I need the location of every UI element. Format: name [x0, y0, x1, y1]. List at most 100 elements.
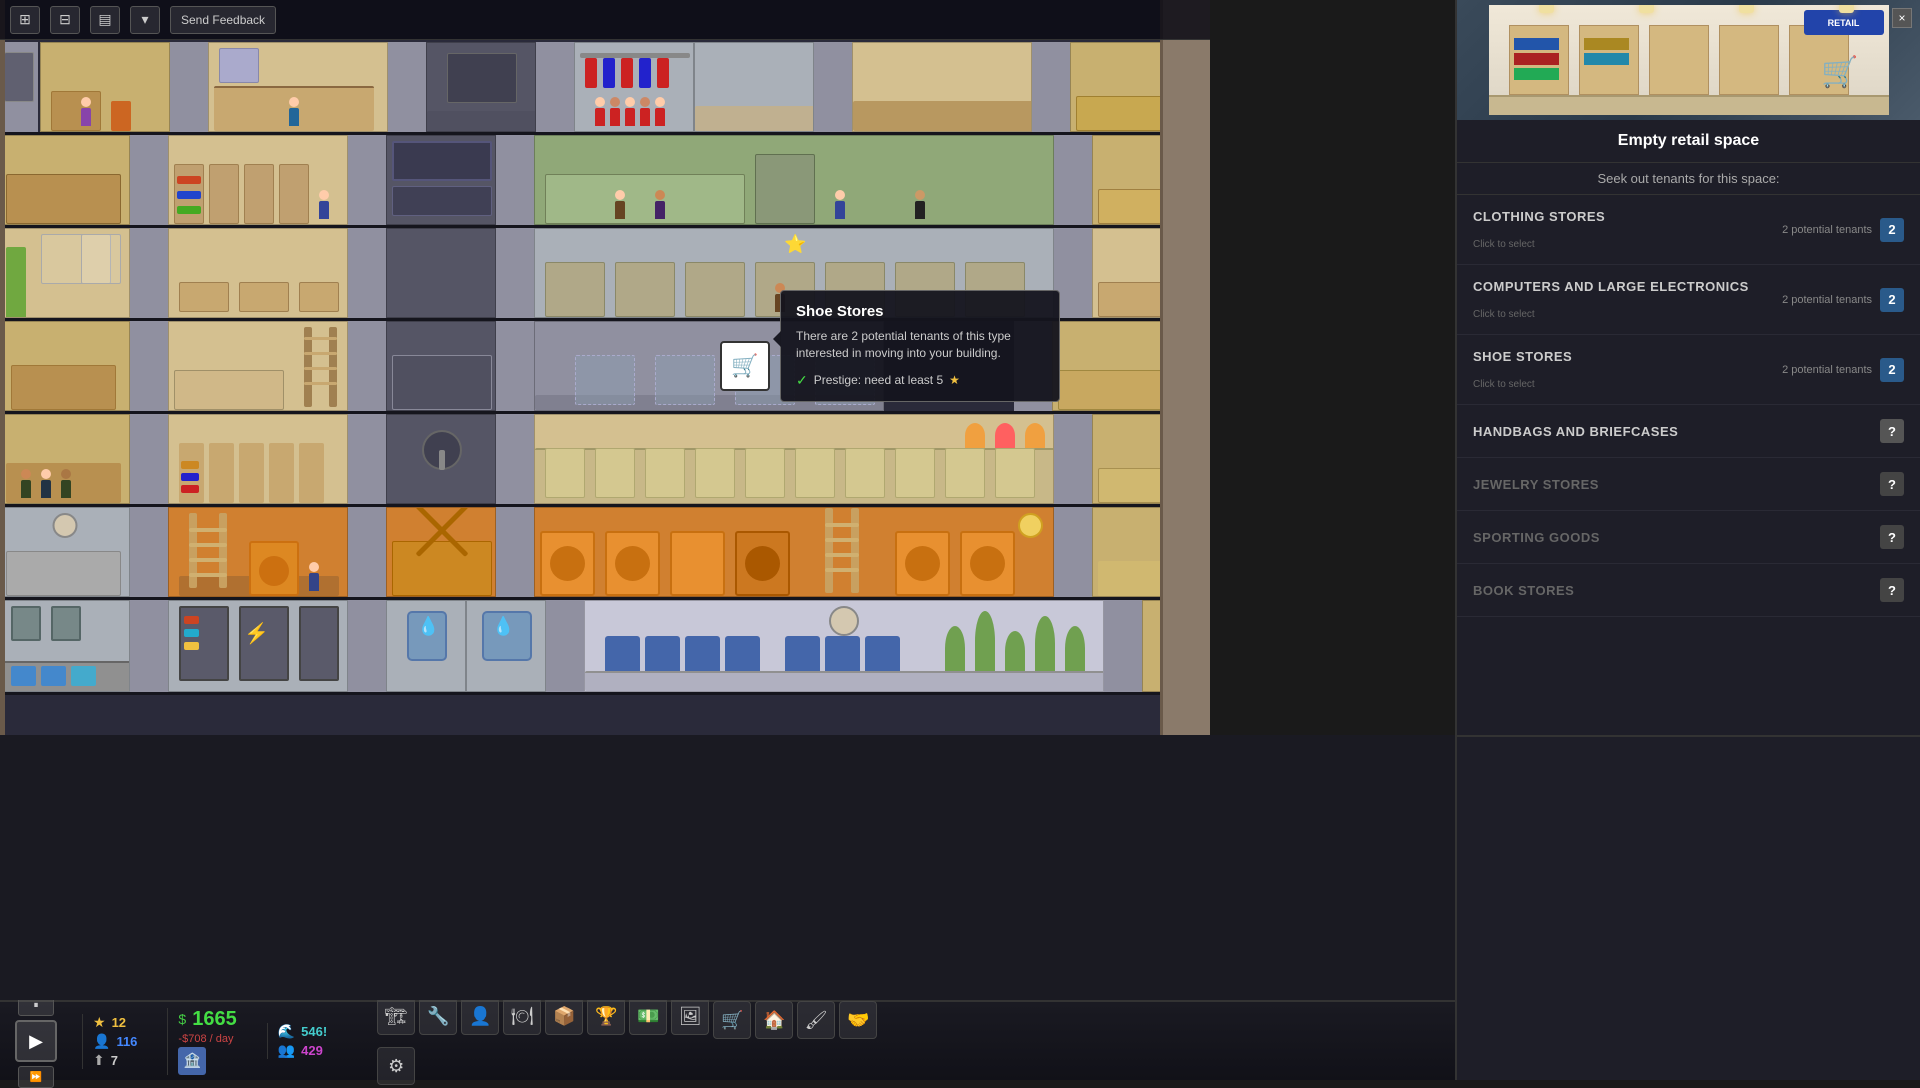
store-interior-art: 🛒 RETAIL: [1457, 0, 1920, 120]
room-f1-6[interactable]: [852, 42, 1032, 132]
tenant-category-computers[interactable]: COMPUTERS AND LARGE ELECTRONICS 2 potent…: [1457, 265, 1920, 335]
floors-value: 7: [111, 1053, 118, 1068]
visitors-value: 429: [301, 1043, 323, 1058]
room-f6-3[interactable]: [386, 507, 496, 597]
shoes-click: Click to select: [1473, 379, 1880, 390]
room-f4-1[interactable]: [0, 321, 130, 411]
tool-home[interactable]: 🏠: [755, 1001, 793, 1039]
room-f1-5[interactable]: [694, 42, 814, 132]
extra2-details: SPORTING GOODS: [1473, 530, 1880, 545]
floor-5-rooms: [0, 414, 1210, 504]
clothing-click: Click to select: [1473, 239, 1880, 250]
floor-row-2: [0, 135, 1210, 225]
building-background: ⭐: [0, 0, 1210, 735]
clothing-name: CLOTHING STORES: [1473, 209, 1880, 224]
elev-shaft-inner-1: [170, 42, 208, 132]
room-f5-3[interactable]: [386, 414, 496, 504]
lightning-deco: ⚡: [244, 621, 269, 646]
tool-crane[interactable]: ⚙: [377, 1047, 415, 1085]
room-f5-1[interactable]: [0, 414, 130, 504]
residents-icon: 👤: [93, 1033, 110, 1050]
room-f3-2[interactable]: [168, 228, 348, 318]
room-f1-3[interactable]: [426, 42, 536, 132]
room-f7-1[interactable]: [0, 600, 130, 692]
view-button-3[interactable]: ▤: [90, 6, 120, 34]
elev-f2-4: [1054, 135, 1092, 225]
tool-tools[interactable]: 🔧: [419, 997, 457, 1035]
close-button[interactable]: ×: [1892, 8, 1912, 28]
tenant-category-handbags[interactable]: HANDBAGS AND BRIEFCASES ?: [1457, 405, 1920, 458]
tool-image[interactable]: 🖼: [671, 997, 709, 1035]
room-f2-1[interactable]: [0, 135, 130, 225]
room-f6-2[interactable]: [168, 507, 348, 597]
room-f6-4[interactable]: [534, 507, 1054, 597]
population-icon: 🌊: [278, 1023, 295, 1040]
room-f7-4[interactable]: 💧: [466, 600, 546, 692]
room-f3-3[interactable]: [386, 228, 496, 318]
view-button-2[interactable]: ⊟: [50, 6, 80, 34]
fast-forward-button[interactable]: ⏩: [18, 1066, 54, 1088]
tool-food[interactable]: 🍽: [503, 997, 541, 1035]
room-f2-4[interactable]: [534, 135, 1054, 225]
money-delta-value: -$708 / day: [178, 1033, 233, 1045]
elev-f2-1: [130, 135, 168, 225]
elev-f5-3: [496, 414, 534, 504]
tenant-category-clothing[interactable]: CLOTHING STORES 2 potential tenants Clic…: [1457, 195, 1920, 265]
view-button-1[interactable]: ⊞: [10, 6, 40, 34]
tool-money[interactable]: 💵: [629, 997, 667, 1035]
close-icon: ×: [1898, 11, 1905, 25]
room-f5-4[interactable]: [534, 414, 1054, 504]
elev-shaft-inner-2: [388, 42, 426, 132]
shoe-store-icon[interactable]: 🛒: [720, 341, 770, 391]
tool-build[interactable]: 🏗: [377, 997, 415, 1035]
room-f7-5[interactable]: [584, 600, 1104, 692]
building-left-wall: [0, 0, 5, 735]
elev-f3-2: [348, 228, 386, 318]
tenant-category-extra2[interactable]: SPORTING GOODS ?: [1457, 511, 1920, 564]
clothing-details: CLOTHING STORES 2 potential tenants Clic…: [1473, 209, 1880, 250]
floor-7-rooms: ⚡ 💧 💧: [0, 600, 1210, 692]
money-delta-stat: -$708 / day: [178, 1033, 233, 1045]
population-section: 🌊 546! 👥 429: [267, 1023, 337, 1059]
tool-box[interactable]: 📦: [545, 997, 583, 1035]
tenant-category-extra3[interactable]: BOOK STORES ?: [1457, 564, 1920, 617]
shoes-count: 2: [1880, 358, 1904, 382]
handbags-details: HANDBAGS AND BRIEFCASES: [1473, 424, 1880, 439]
room-f4-3[interactable]: [386, 321, 496, 411]
tool-cart[interactable]: 🛒: [713, 1001, 751, 1039]
floor-row-7: ⚡ 💧 💧: [0, 600, 1210, 692]
game-viewport[interactable]: ⭐: [0, 0, 1210, 735]
room-f1-4[interactable]: [574, 42, 694, 132]
room-f7-3[interactable]: 💧: [386, 600, 466, 692]
req-text: Prestige: need at least 5: [814, 373, 943, 387]
room-f1-1[interactable]: [40, 42, 170, 132]
elev-shaft-inner-5: [1032, 42, 1070, 132]
tenant-category-extra1[interactable]: JEWELRY STORES ?: [1457, 458, 1920, 511]
elev-f7-4: [1104, 600, 1142, 692]
view-dropdown[interactable]: ▾: [130, 6, 160, 34]
money-stat: $ 1665: [178, 1008, 236, 1031]
room-f2-3[interactable]: [386, 135, 496, 225]
top-toolbar: ⊞ ⊟ ▤ ▾ Send Feedback: [0, 0, 1210, 40]
room-f2-2[interactable]: [168, 135, 348, 225]
room-f6-1[interactable]: [0, 507, 130, 597]
play-button[interactable]: ▶: [15, 1020, 57, 1062]
extra3-details: BOOK STORES: [1473, 583, 1880, 598]
tool-handshake[interactable]: 🤝: [839, 1001, 877, 1039]
floor-row-6: [0, 507, 1210, 597]
feedback-button[interactable]: Send Feedback: [170, 6, 276, 34]
room-f3-1[interactable]: [0, 228, 130, 318]
room-f1-2[interactable]: [208, 42, 388, 132]
tool-person[interactable]: 👤: [461, 997, 499, 1035]
tenant-category-shoes[interactable]: SHOE STORES 2 potential tenants Click to…: [1457, 335, 1920, 405]
tool-trophy[interactable]: 🏆: [587, 997, 625, 1035]
shoes-sub: 2 potential tenants: [1473, 364, 1872, 376]
elev-f3-1: [130, 228, 168, 318]
bank-button[interactable]: 🏦: [178, 1047, 206, 1075]
population-stat: 🌊 546!: [278, 1023, 327, 1040]
main-toolbar: 🏗 🔧 👤 🍽 📦 🏆 💵 🖼 🛒 🏠 🖌 🤝 ⚙: [377, 997, 877, 1085]
room-f5-2[interactable]: [168, 414, 348, 504]
room-f7-2[interactable]: ⚡: [168, 600, 348, 692]
room-f4-2[interactable]: [168, 321, 348, 411]
tool-paint[interactable]: 🖌: [797, 1001, 835, 1039]
